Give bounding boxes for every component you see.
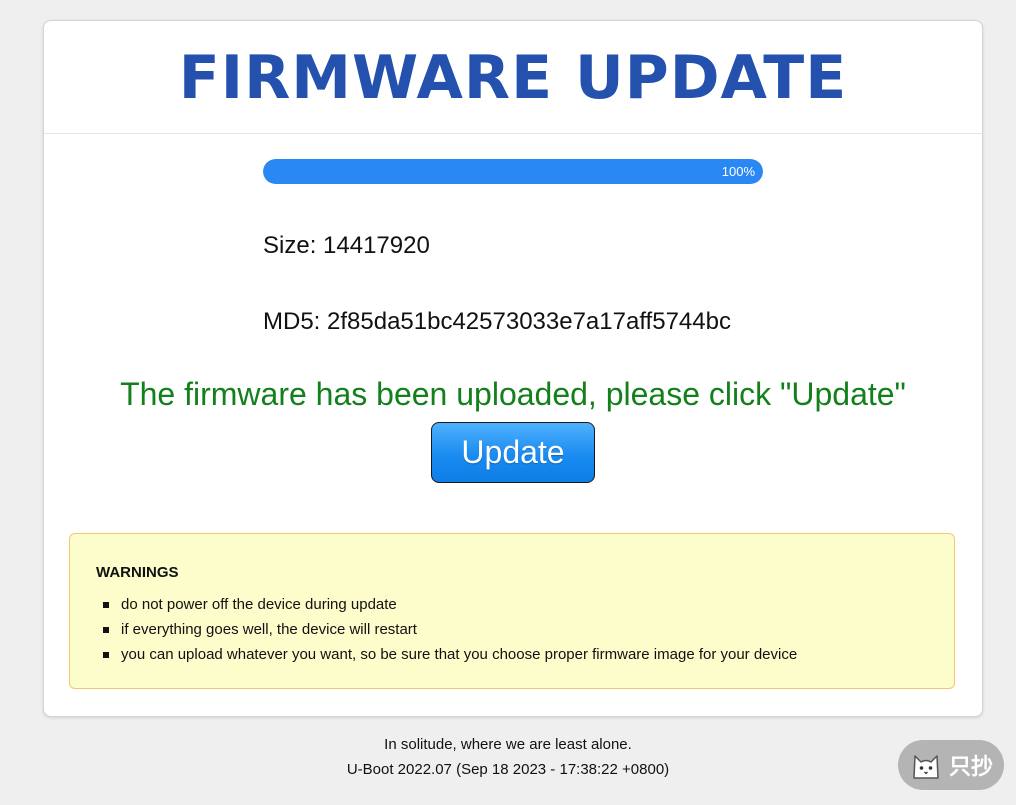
cat-icon [913,755,939,779]
upload-progress-bar: 100% [263,159,763,184]
warning-item: do not power off the device during updat… [96,592,797,617]
upload-status-message: The firmware has been uploaded, please c… [120,376,906,412]
progress-percent-label: 100% [721,164,755,179]
update-button[interactable]: Update [431,422,595,483]
footer-version: U-Boot 2022.07 (Sep 18 2023 - 17:38:22 +… [346,761,670,778]
warnings-panel: WARNINGS do not power off the device dur… [69,533,955,689]
footer: In solitude, where we are least alone. U… [0,732,1016,782]
warning-item: you can upload whatever you want, so be … [96,642,797,667]
firmware-update-card: FIRMWARE UPDATE 100% Size: 14417920 MD5:… [43,20,983,717]
file-size-text: Size: 14417920 [263,232,430,259]
header: FIRMWARE UPDATE [44,21,982,134]
progress-fill: 100% [263,159,763,184]
file-md5-text: MD5: 2f85da51bc42573033e7a17aff5744bc [263,308,731,335]
footer-tagline: In solitude, where we are least alone. [384,736,632,753]
watermark-badge[interactable]: 只抄 [898,740,1004,790]
warnings-list: do not power off the device during updat… [96,592,797,667]
page-title: FIRMWARE UPDATE [178,43,848,113]
badge-label: 只抄 [948,755,993,780]
warnings-title: WARNINGS [96,564,179,581]
warning-item: if everything goes well, the device will… [96,617,797,642]
